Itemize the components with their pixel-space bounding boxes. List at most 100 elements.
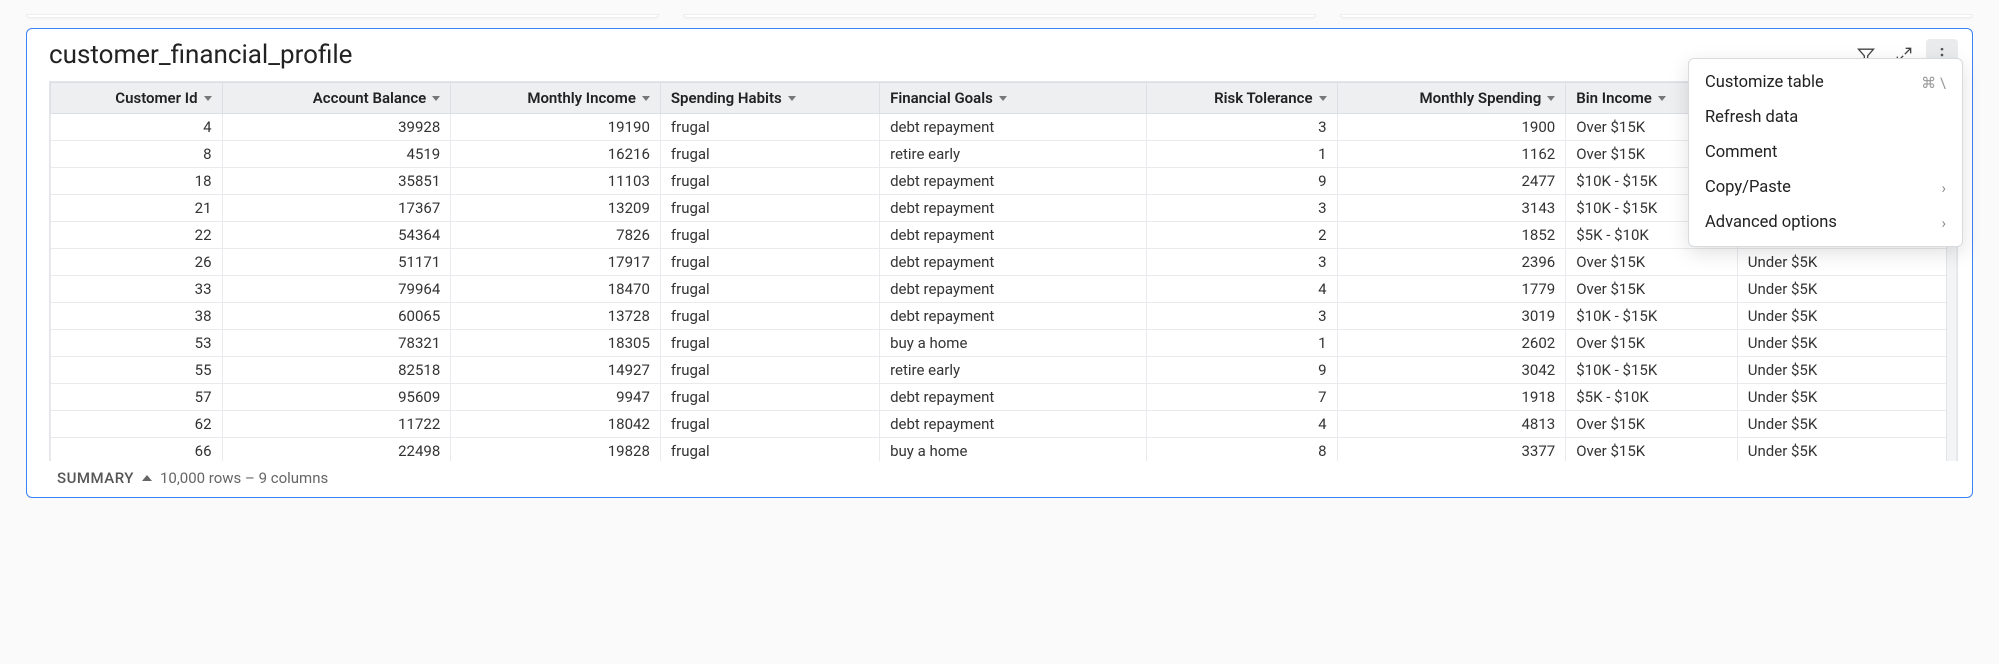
- menu-advanced-options[interactable]: Advanced options ›: [1689, 205, 1962, 240]
- cell-account_balance: 39928: [222, 114, 451, 141]
- cell-risk_tolerance: 3: [1146, 195, 1337, 222]
- table-row[interactable]: 537832118305frugalbuy a home12602Over $1…: [51, 330, 1957, 357]
- cell-spending_habits: frugal: [660, 141, 879, 168]
- summary-text: 10,000 rows – 9 columns: [160, 469, 328, 487]
- cell-account_balance: 4519: [222, 141, 451, 168]
- cell-account_balance: 51171: [222, 249, 451, 276]
- cell-financial_goals: buy a home: [880, 330, 1147, 357]
- column-header-spending_habits[interactable]: Spending Habits: [660, 83, 879, 114]
- cell-bin_income: Over $15K: [1566, 411, 1738, 438]
- cell-customer_id: 66: [51, 438, 223, 462]
- cell-bin_spending: Under $5K: [1737, 249, 1956, 276]
- column-header-label: Spending Habits: [671, 89, 782, 107]
- table-row[interactable]: 558251814927frugalretire early93042$10K …: [51, 357, 1957, 384]
- chevron-down-icon: [1547, 96, 1555, 101]
- cell-bin_spending: Under $5K: [1737, 411, 1956, 438]
- summary-bar[interactable]: SUMMARY 10,000 rows – 9 columns: [27, 461, 1972, 497]
- column-header-label: Monthly Spending: [1419, 89, 1541, 107]
- table-row[interactable]: 621172218042frugaldebt repayment44813Ove…: [51, 411, 1957, 438]
- table-scroll-area[interactable]: Customer Id Account BalanceMonthly Income…: [49, 81, 1958, 461]
- cell-risk_tolerance: 3: [1146, 114, 1337, 141]
- cell-financial_goals: retire early: [880, 357, 1147, 384]
- cell-risk_tolerance: 4: [1146, 276, 1337, 303]
- table-row[interactable]: 211736713209frugaldebt repayment33143$10…: [51, 195, 1957, 222]
- column-header-monthly_spending[interactable]: Monthly Spending: [1337, 83, 1566, 114]
- cell-monthly_spending: 2396: [1337, 249, 1566, 276]
- cell-risk_tolerance: 4: [1146, 411, 1337, 438]
- data-table-card: customer_financial_profile Customer Id Ac…: [26, 28, 1973, 498]
- cell-bin_income: $10K - $15K: [1566, 303, 1738, 330]
- cell-bin_spending: Under $5K: [1737, 303, 1956, 330]
- cell-bin_income: Over $15K: [1566, 276, 1738, 303]
- cell-risk_tolerance: 1: [1146, 330, 1337, 357]
- menu-refresh-data[interactable]: Refresh data: [1689, 100, 1962, 135]
- cell-monthly_spending: 1162: [1337, 141, 1566, 168]
- table-row[interactable]: 8451916216frugalretire early11162Over $1…: [51, 141, 1957, 168]
- cell-bin_income: $5K - $10K: [1566, 384, 1738, 411]
- cell-account_balance: 17367: [222, 195, 451, 222]
- table-row[interactable]: 662249819828frugalbuy a home83377Over $1…: [51, 438, 1957, 462]
- cell-account_balance: 60065: [222, 303, 451, 330]
- previous-card-row: [26, 14, 1973, 18]
- cell-spending_habits: frugal: [660, 303, 879, 330]
- menu-customize-table[interactable]: Customize table ⌘ \: [1689, 65, 1962, 100]
- cell-customer_id: 33: [51, 276, 223, 303]
- cell-monthly_income: 11103: [451, 168, 661, 195]
- cell-risk_tolerance: 8: [1146, 438, 1337, 462]
- menu-shortcut: ⌘ \: [1921, 74, 1946, 92]
- table-row[interactable]: 43992819190frugaldebt repayment31900Over…: [51, 114, 1957, 141]
- table-row[interactable]: 265117117917frugaldebt repayment32396Ove…: [51, 249, 1957, 276]
- cell-monthly_spending: 4813: [1337, 411, 1566, 438]
- menu-comment[interactable]: Comment: [1689, 135, 1962, 170]
- chevron-down-icon: [204, 96, 212, 101]
- table-row[interactable]: 337996418470frugaldebt repayment41779Ove…: [51, 276, 1957, 303]
- chevron-down-icon: [999, 96, 1007, 101]
- cell-account_balance: 78321: [222, 330, 451, 357]
- cell-monthly_income: 18042: [451, 411, 661, 438]
- chevron-right-icon: ›: [1941, 179, 1946, 197]
- cell-financial_goals: debt repayment: [880, 303, 1147, 330]
- cell-financial_goals: debt repayment: [880, 114, 1147, 141]
- column-header-customer_id[interactable]: Customer Id: [51, 83, 223, 114]
- menu-copy-paste[interactable]: Copy/Paste ›: [1689, 170, 1962, 205]
- cell-spending_habits: frugal: [660, 357, 879, 384]
- cell-financial_goals: debt repayment: [880, 276, 1147, 303]
- chevron-up-icon: [142, 475, 152, 481]
- column-header-label: Customer Id: [115, 89, 197, 107]
- cell-account_balance: 11722: [222, 411, 451, 438]
- table-row[interactable]: 386006513728frugaldebt repayment33019$10…: [51, 303, 1957, 330]
- chevron-right-icon: ›: [1941, 214, 1946, 232]
- table-row[interactable]: 22543647826frugaldebt repayment21852$5K …: [51, 222, 1957, 249]
- cell-customer_id: 53: [51, 330, 223, 357]
- cell-risk_tolerance: 3: [1146, 303, 1337, 330]
- cell-monthly_spending: 3019: [1337, 303, 1566, 330]
- cell-financial_goals: debt repayment: [880, 384, 1147, 411]
- cell-customer_id: 62: [51, 411, 223, 438]
- column-header-label: Financial Goals: [890, 89, 993, 107]
- table-title: customer_financial_profile: [49, 40, 1850, 70]
- chevron-down-icon: [1658, 96, 1666, 101]
- cell-monthly_spending: 1918: [1337, 384, 1566, 411]
- cell-risk_tolerance: 2: [1146, 222, 1337, 249]
- cell-financial_goals: buy a home: [880, 438, 1147, 462]
- chevron-down-icon: [788, 96, 796, 101]
- table-row[interactable]: 57956099947frugaldebt repayment71918$5K …: [51, 384, 1957, 411]
- column-header-account_balance[interactable]: Account Balance: [222, 83, 451, 114]
- cell-bin_spending: Under $5K: [1737, 330, 1956, 357]
- cell-account_balance: 22498: [222, 438, 451, 462]
- cell-bin_income: Over $15K: [1566, 249, 1738, 276]
- column-header-risk_tolerance[interactable]: Risk Tolerance: [1146, 83, 1337, 114]
- card-context-menu: Customize table ⌘ \ Refresh data Comment…: [1688, 58, 1963, 247]
- cell-monthly_spending: 1900: [1337, 114, 1566, 141]
- cell-customer_id: 57: [51, 384, 223, 411]
- cell-monthly_spending: 2602: [1337, 330, 1566, 357]
- column-header-monthly_income[interactable]: Monthly Income: [451, 83, 661, 114]
- cell-risk_tolerance: 3: [1146, 249, 1337, 276]
- cell-customer_id: 18: [51, 168, 223, 195]
- table-row[interactable]: 183585111103frugaldebt repayment92477$10…: [51, 168, 1957, 195]
- cell-monthly_income: 17917: [451, 249, 661, 276]
- cell-monthly_spending: 1852: [1337, 222, 1566, 249]
- column-header-financial_goals[interactable]: Financial Goals: [880, 83, 1147, 114]
- data-table: Customer Id Account BalanceMonthly Income…: [50, 82, 1957, 461]
- chevron-down-icon: [432, 96, 440, 101]
